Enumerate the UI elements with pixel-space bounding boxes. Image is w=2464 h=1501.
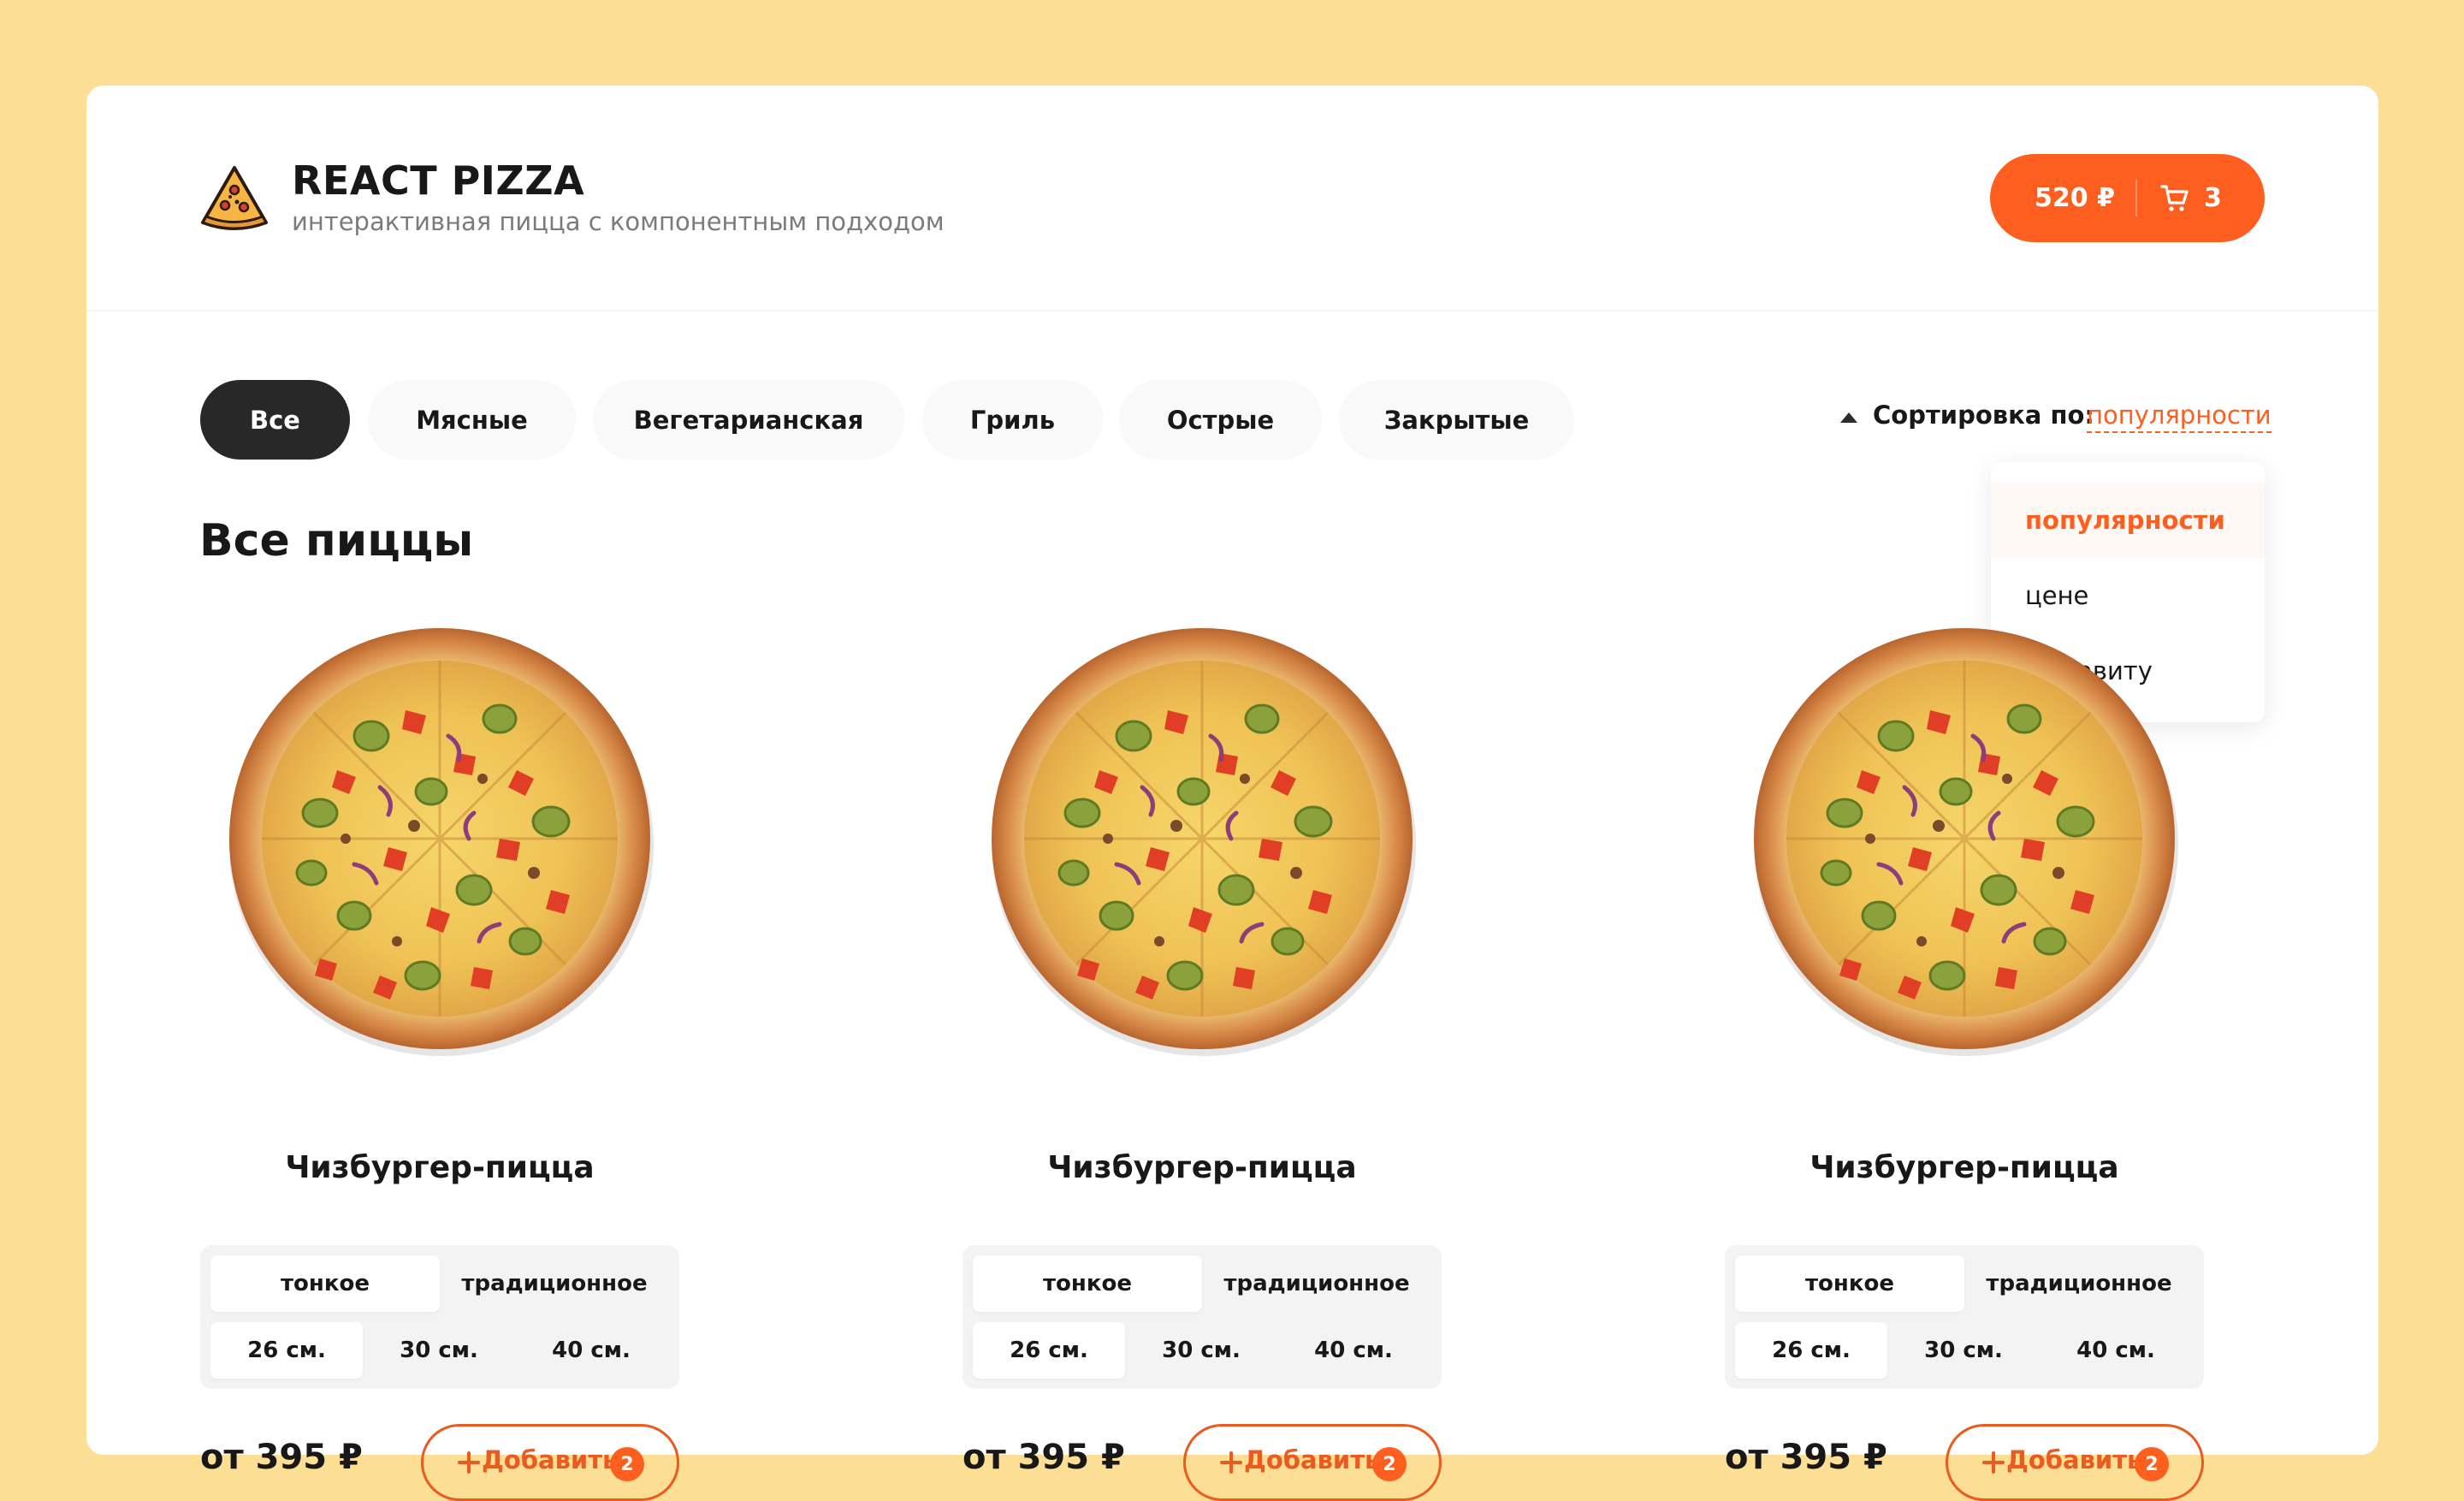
add-to-cart-button[interactable]: Добавить 2 — [1183, 1424, 1442, 1501]
plus-icon — [1982, 1451, 2005, 1474]
dough-option-traditional[interactable]: традиционное — [1964, 1255, 2194, 1312]
size-option-26[interactable]: 26 см. — [1735, 1322, 1887, 1379]
cart-divider — [2135, 180, 2137, 217]
cart-button[interactable]: 520 ₽ 3 — [1990, 154, 2265, 242]
pizza-card: Чизбургер-пицца тонкое традиционное 26 с… — [1725, 616, 2204, 1501]
pizza-price: от 395 ₽ — [200, 1438, 363, 1477]
pizza-name: Чизбургер-пицца — [1810, 1150, 2119, 1185]
triangle-up-icon — [1840, 412, 1857, 423]
sort-option-popularity[interactable]: популярности — [1991, 483, 2265, 558]
add-count-badge: 2 — [2135, 1447, 2169, 1481]
pizza-slice-icon[interactable] — [199, 163, 270, 233]
dough-option-thin[interactable]: тонкое — [973, 1255, 1202, 1312]
add-button-label: Добавить — [482, 1445, 619, 1474]
size-option-26[interactable]: 26 см. — [973, 1322, 1125, 1379]
pizza-selector: тонкое традиционное 26 см. 30 см. 40 см. — [200, 1245, 679, 1389]
pizza-image[interactable] — [980, 616, 1424, 1061]
add-count-badge: 2 — [1372, 1447, 1407, 1481]
size-option-40[interactable]: 40 см. — [515, 1322, 667, 1379]
pizza-name: Чизбургер-пицца — [1047, 1150, 1357, 1185]
category-spicy[interactable]: Острые — [1119, 380, 1322, 460]
section-title: Все пиццы — [199, 515, 474, 567]
plus-icon — [458, 1451, 480, 1474]
pizza-image[interactable] — [1742, 616, 2187, 1061]
size-option-26[interactable]: 26 см. — [210, 1322, 363, 1379]
pizza-name: Чизбургер-пицца — [285, 1150, 595, 1185]
brand-subtitle: интерактивная пицца с компонентным подхо… — [292, 207, 945, 236]
size-option-30[interactable]: 30 см. — [363, 1322, 515, 1379]
category-vegetarian[interactable]: Вегетарианская — [593, 380, 904, 460]
size-option-30[interactable]: 30 см. — [1887, 1322, 2040, 1379]
category-closed[interactable]: Закрытые — [1339, 380, 1574, 460]
sort-current-value[interactable]: популярности — [2087, 400, 2272, 433]
dough-option-thin[interactable]: тонкое — [210, 1255, 440, 1312]
plus-icon — [1220, 1451, 1242, 1474]
add-button-label: Добавить — [1244, 1445, 1381, 1474]
pizza-price: от 395 ₽ — [1725, 1438, 1887, 1477]
cart-item-count: 3 — [2204, 183, 2222, 213]
pizza-selector: тонкое традиционное 26 см. 30 см. 40 см. — [1725, 1245, 2204, 1389]
size-option-40[interactable]: 40 см. — [2040, 1322, 2192, 1379]
dough-option-thin[interactable]: тонкое — [1735, 1255, 1964, 1312]
add-to-cart-button[interactable]: Добавить 2 — [421, 1424, 679, 1501]
dough-option-traditional[interactable]: традиционное — [440, 1255, 669, 1312]
cart-total-price: 520 ₽ — [2035, 183, 2115, 213]
add-to-cart-button[interactable]: Добавить 2 — [1946, 1424, 2204, 1501]
brand-title: REACT PIZZA — [292, 157, 585, 204]
pizza-image[interactable] — [217, 616, 662, 1061]
pizza-card-footer: от 395 ₽ Добавить 2 — [1725, 1424, 2204, 1501]
category-all[interactable]: Все — [200, 380, 350, 460]
add-count-badge: 2 — [610, 1447, 644, 1481]
size-option-30[interactable]: 30 см. — [1125, 1322, 1277, 1379]
header: REACT PIZZA интерактивная пицца с компон… — [86, 86, 2378, 311]
pizza-card: Чизбургер-пицца тонкое традиционное 26 с… — [962, 616, 1442, 1501]
pizza-selector: тонкое традиционное 26 см. 30 см. 40 см. — [962, 1245, 1442, 1389]
app-wrapper: REACT PIZZA интерактивная пицца с компон… — [86, 86, 2378, 1501]
dough-option-traditional[interactable]: традиционное — [1202, 1255, 1431, 1312]
shopping-cart-icon — [2160, 185, 2189, 211]
pizza-card: Чизбургер-пицца тонкое традиционное 26 с… — [200, 616, 679, 1501]
size-option-40[interactable]: 40 см. — [1277, 1322, 1430, 1379]
category-meat[interactable]: Мясные — [368, 380, 576, 460]
sort-label: Сортировка по: — [1873, 400, 2095, 430]
pizza-card-footer: от 395 ₽ Добавить 2 — [200, 1424, 679, 1501]
pizza-card-footer: от 395 ₽ Добавить 2 — [962, 1424, 1442, 1501]
pizza-price: от 395 ₽ — [962, 1438, 1125, 1477]
category-grill[interactable]: Гриль — [922, 380, 1103, 460]
add-button-label: Добавить — [2006, 1445, 2143, 1474]
